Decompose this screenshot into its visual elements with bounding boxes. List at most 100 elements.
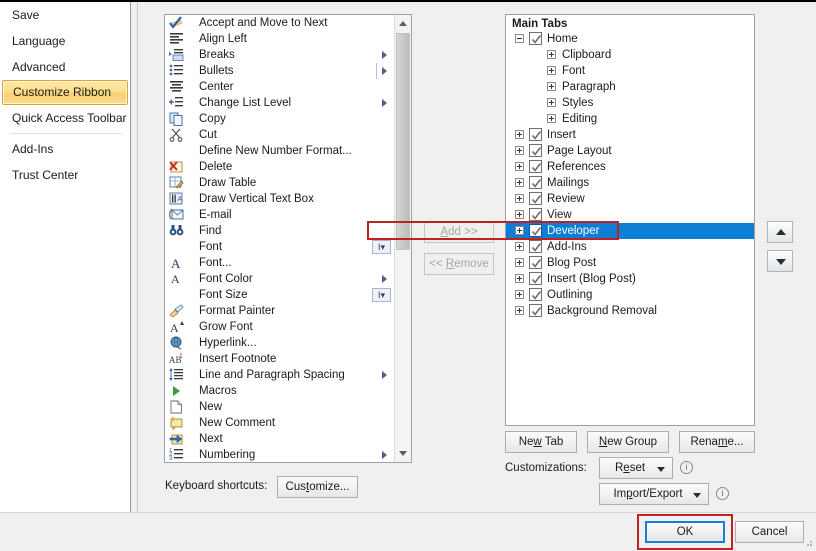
- command-list-item[interactable]: A Grow Font: [165, 319, 393, 335]
- collapse-minus-icon[interactable]: [515, 34, 524, 43]
- expand-plus-icon[interactable]: [515, 226, 524, 235]
- sidebar-item-save[interactable]: Save: [0, 2, 130, 28]
- expand-plus-icon[interactable]: [547, 50, 556, 59]
- expand-plus-icon[interactable]: [547, 82, 556, 91]
- command-list-item[interactable]: Draw Table: [165, 175, 393, 191]
- expand-plus-icon[interactable]: [547, 98, 556, 107]
- ok-button[interactable]: OK: [645, 521, 725, 543]
- expand-plus-icon[interactable]: [515, 162, 524, 171]
- tree-row-background-removal[interactable]: Background Removal: [506, 303, 754, 319]
- sidebar-item-language[interactable]: Language: [0, 28, 130, 54]
- move-down-button[interactable]: [767, 250, 793, 272]
- tree-row-styles[interactable]: Styles: [506, 95, 754, 111]
- expand-plus-icon[interactable]: [547, 114, 556, 123]
- command-list-item[interactable]: Bullets: [165, 63, 393, 79]
- tab-checkbox[interactable]: [529, 224, 542, 237]
- expand-plus-icon[interactable]: [515, 194, 524, 203]
- expand-plus-icon[interactable]: [515, 178, 524, 187]
- command-list-item[interactable]: New Comment: [165, 415, 393, 431]
- command-list-item[interactable]: Macros: [165, 383, 393, 399]
- command-list-item[interactable]: Copy: [165, 111, 393, 127]
- tree-row-insert-blog-post-[interactable]: Insert (Blog Post): [506, 271, 754, 287]
- command-list-item[interactable]: Define New Number Format...: [165, 143, 393, 159]
- import-export-info-icon[interactable]: i: [716, 487, 729, 500]
- tree-row-mailings[interactable]: Mailings: [506, 175, 754, 191]
- command-list-item[interactable]: A Font...: [165, 255, 393, 271]
- tree-row-review[interactable]: Review: [506, 191, 754, 207]
- expand-plus-icon[interactable]: [515, 290, 524, 299]
- scroll-up-button[interactable]: [395, 15, 411, 32]
- command-list-item[interactable]: Hyperlink...: [165, 335, 393, 351]
- commands-scrollbar[interactable]: [394, 15, 411, 462]
- move-up-button[interactable]: [767, 221, 793, 243]
- sidebar-item-customize-ribbon[interactable]: Customize Ribbon: [2, 80, 128, 105]
- reset-info-icon[interactable]: i: [680, 461, 693, 474]
- tree-row-font[interactable]: Font: [506, 63, 754, 79]
- expand-plus-icon[interactable]: [515, 306, 524, 315]
- command-list-item[interactable]: Change List Level: [165, 95, 393, 111]
- customize-shortcuts-button[interactable]: Customize...: [277, 476, 358, 498]
- expand-plus-icon[interactable]: [515, 130, 524, 139]
- sidebar-item-add-ins[interactable]: Add-Ins: [0, 136, 130, 162]
- tree-row-view[interactable]: View: [506, 207, 754, 223]
- tab-checkbox[interactable]: [529, 32, 542, 45]
- command-list-item[interactable]: Align Left: [165, 31, 393, 47]
- tab-checkbox[interactable]: [529, 144, 542, 157]
- expand-plus-icon[interactable]: [515, 242, 524, 251]
- tab-checkbox[interactable]: [529, 176, 542, 189]
- command-list-item[interactable]: 1 2 3 Numbering: [165, 447, 393, 462]
- commands-listbox[interactable]: Accept and Move to Next Align Left Breaks B…: [164, 14, 412, 463]
- tree-row-home[interactable]: Home: [506, 31, 754, 47]
- tab-checkbox[interactable]: [529, 272, 542, 285]
- tree-row-insert[interactable]: Insert: [506, 127, 754, 143]
- new-group-button[interactable]: New Group: [587, 431, 669, 453]
- command-list-item[interactable]: Format Painter: [165, 303, 393, 319]
- command-list-item[interactable]: A Draw Vertical Text Box: [165, 191, 393, 207]
- expand-plus-icon[interactable]: [547, 66, 556, 75]
- expand-plus-icon[interactable]: [515, 210, 524, 219]
- cancel-button[interactable]: Cancel: [735, 521, 804, 543]
- tree-row-paragraph[interactable]: Paragraph: [506, 79, 754, 95]
- tab-checkbox[interactable]: [529, 288, 542, 301]
- command-list-item[interactable]: Accept and Move to Next: [165, 15, 393, 31]
- scrollbar-thumb[interactable]: [396, 33, 410, 250]
- rename-button[interactable]: Rename...: [679, 431, 755, 453]
- command-list-item[interactable]: Line and Paragraph Spacing: [165, 367, 393, 383]
- tree-row-developer[interactable]: Developer: [506, 223, 754, 239]
- sidebar-item-trust-center[interactable]: Trust Center: [0, 162, 130, 188]
- tree-row-blog-post[interactable]: Blog Post: [506, 255, 754, 271]
- tab-checkbox[interactable]: [529, 160, 542, 173]
- sidebar-item-advanced[interactable]: Advanced: [0, 54, 130, 80]
- new-tab-button[interactable]: New Tab: [505, 431, 577, 453]
- command-list-item[interactable]: Breaks: [165, 47, 393, 63]
- tree-row-editing[interactable]: Editing: [506, 111, 754, 127]
- command-list-item[interactable]: Cut: [165, 127, 393, 143]
- command-list-item[interactable]: A Font Color: [165, 271, 393, 287]
- resize-grip[interactable]: [803, 537, 813, 547]
- import-export-button[interactable]: Import/Export: [599, 483, 709, 505]
- main-tabs-treebox[interactable]: Main Tabs Home Clipboard Font Paragraph Styl…: [505, 14, 755, 426]
- command-list-item[interactable]: E-mail: [165, 207, 393, 223]
- scroll-down-button[interactable]: [395, 445, 411, 462]
- command-list-item[interactable]: Next: [165, 431, 393, 447]
- remove-button[interactable]: << Remove: [424, 253, 494, 275]
- tree-row-add-ins[interactable]: Add-Ins: [506, 239, 754, 255]
- command-list-item[interactable]: Find: [165, 223, 393, 239]
- tab-checkbox[interactable]: [529, 208, 542, 221]
- tab-checkbox[interactable]: [529, 304, 542, 317]
- tab-checkbox[interactable]: [529, 128, 542, 141]
- add-button[interactable]: Add >>: [424, 221, 494, 243]
- expand-plus-icon[interactable]: [515, 146, 524, 155]
- tree-row-page-layout[interactable]: Page Layout: [506, 143, 754, 159]
- tree-row-clipboard[interactable]: Clipboard: [506, 47, 754, 63]
- command-list-item[interactable]: Font I▾: [165, 239, 393, 255]
- tree-row-references[interactable]: References: [506, 159, 754, 175]
- tab-checkbox[interactable]: [529, 256, 542, 269]
- expand-plus-icon[interactable]: [515, 274, 524, 283]
- sidebar-item-quick-access-toolbar[interactable]: Quick Access Toolbar: [0, 105, 130, 131]
- command-list-item[interactable]: Delete: [165, 159, 393, 175]
- reset-button[interactable]: Reset: [599, 457, 673, 479]
- tree-row-outlining[interactable]: Outlining: [506, 287, 754, 303]
- expand-plus-icon[interactable]: [515, 258, 524, 267]
- command-list-item[interactable]: AB 1 Insert Footnote: [165, 351, 393, 367]
